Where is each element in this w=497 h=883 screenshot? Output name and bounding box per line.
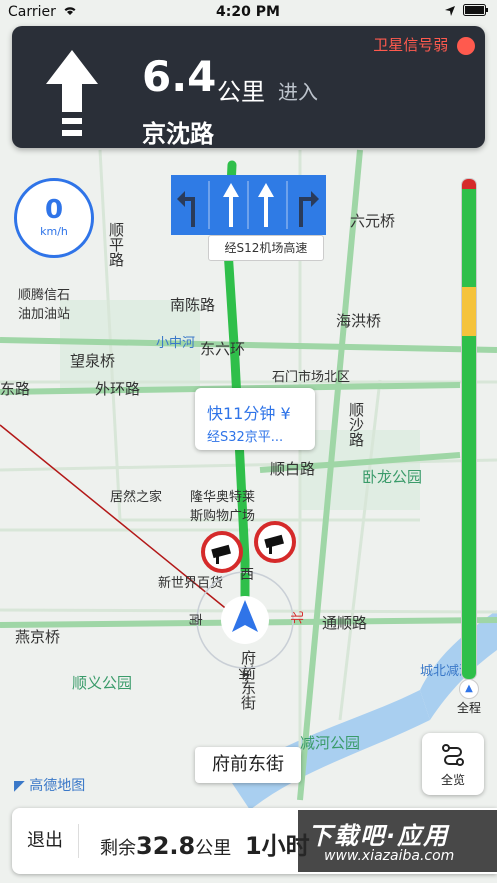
label-jianhe-park: 减河公园: [300, 734, 361, 752]
label-yanjingqiao: 燕京桥: [15, 628, 61, 646]
clock: 4:20 PM: [216, 4, 280, 20]
overview-label: 全览: [440, 773, 465, 787]
straight-arrow-icon: [46, 50, 98, 144]
label-waihuan-road: 外环路: [95, 380, 141, 398]
alternative-route-bubble[interactable]: 快11分钟 ¥ 经S32京平...: [195, 388, 315, 450]
remaining-prefix: 剩余: [100, 838, 136, 859]
watermark-title: 下载吧·应用: [308, 822, 450, 850]
remaining-summary: 剩余32.8公里 1小时: [100, 826, 310, 861]
gps-warning-label: 卫星信号弱: [373, 36, 449, 54]
remaining-unit: 公里: [195, 838, 232, 859]
label-dongliuhuan: 东六环: [200, 340, 246, 358]
label-haihongqiao: 海洪桥: [336, 312, 382, 330]
watermark: 下载吧·应用 www.xiazaiba.com: [298, 810, 497, 872]
current-road-tag: 府前东街: [195, 747, 301, 783]
next-road-name: 京沈路: [142, 120, 214, 148]
label-wolong-park: 卧龙公园: [362, 468, 423, 486]
traffic-segment: [462, 336, 476, 679]
amap-logo: ◤ 高德地图: [14, 775, 85, 795]
compass-east: 东: [238, 665, 252, 681]
full-route-label: 全程: [456, 701, 481, 715]
label-shimen-market: 石门市场北区: [272, 370, 351, 385]
battery-icon: [463, 4, 489, 20]
label-shunping-road: 顺平路: [107, 222, 125, 267]
compass-south: 南: [187, 612, 203, 627]
carrier-label: Carrier: [8, 4, 56, 20]
speed-value: 0: [44, 195, 64, 225]
label-shunteng-gas: 顺腾信石 油加油站: [18, 288, 71, 322]
label-xiaozhonghe: 小中河: [156, 336, 196, 351]
speed-camera-icon: [253, 520, 297, 568]
alt-route-via: 经S32京平...: [207, 430, 284, 445]
label-shunsha-road: 顺沙路: [347, 402, 365, 447]
label-dong-road: 东路: [0, 380, 31, 398]
label-juran-home: 居然之家: [110, 490, 163, 505]
distance-unit: 公里: [217, 78, 265, 106]
traffic-segment: [462, 189, 476, 287]
label-wangquanqiao: 望泉桥: [70, 352, 116, 370]
speed-unit: km/h: [40, 225, 68, 238]
satellite-icon: [457, 36, 475, 55]
speed-indicator: 0 km/h: [14, 178, 94, 258]
left-turn-arrow-icon: [177, 191, 195, 227]
guidance-panel[interactable]: 卫星信号弱 6.4 公里 进入 京沈路: [12, 26, 485, 148]
divider: [78, 824, 79, 858]
car-position: 西 南 北 东: [187, 567, 306, 681]
traffic-progress-bar: [461, 178, 477, 680]
logo-text: 高德地图: [29, 778, 86, 794]
label-liuyuanqiao: 六元桥: [350, 212, 396, 230]
route-overview-icon: [441, 743, 465, 771]
lane-road-label: 经S12机场高速: [208, 235, 324, 261]
exit-button[interactable]: 退出: [12, 808, 78, 874]
right-turn-arrow-icon: [299, 191, 319, 227]
full-route-marker[interactable]: ▲ 全程: [456, 676, 482, 716]
compass-west: 西: [240, 567, 254, 583]
status-bar: Carrier 4:20 PM: [0, 0, 497, 24]
amap-logo-icon: ◤: [14, 778, 25, 794]
label-tongshun-road: 通顺路: [322, 614, 368, 632]
navigation-arrow-icon: ▲: [459, 679, 479, 699]
wifi-icon: [62, 4, 78, 20]
lane-guidance: [171, 175, 326, 235]
gps-weak-warning: 卫星信号弱: [373, 34, 475, 55]
compass-north: 北: [291, 610, 307, 625]
action-label: 进入: [278, 80, 318, 104]
traffic-segment: [462, 287, 476, 336]
distance-value: 6.4: [142, 52, 217, 101]
remaining-distance: 32.8: [136, 832, 196, 860]
watermark-url: www.xiazaiba.com: [324, 848, 455, 864]
alt-route-time: 快11分钟 ¥: [207, 404, 291, 423]
label-shunyi-park: 顺义公园: [72, 674, 133, 692]
straight-arrow-icon: [258, 183, 274, 227]
label-longsheng-mall: 隆华奥特莱 斯购物广场: [190, 490, 256, 524]
location-arrow-icon: [445, 4, 455, 20]
label-nanchen-road: 南陈路: [170, 296, 216, 314]
label-shunbai-road: 顺白路: [270, 460, 316, 478]
overview-button[interactable]: 全览: [422, 733, 484, 795]
straight-arrow-icon: [223, 183, 239, 227]
